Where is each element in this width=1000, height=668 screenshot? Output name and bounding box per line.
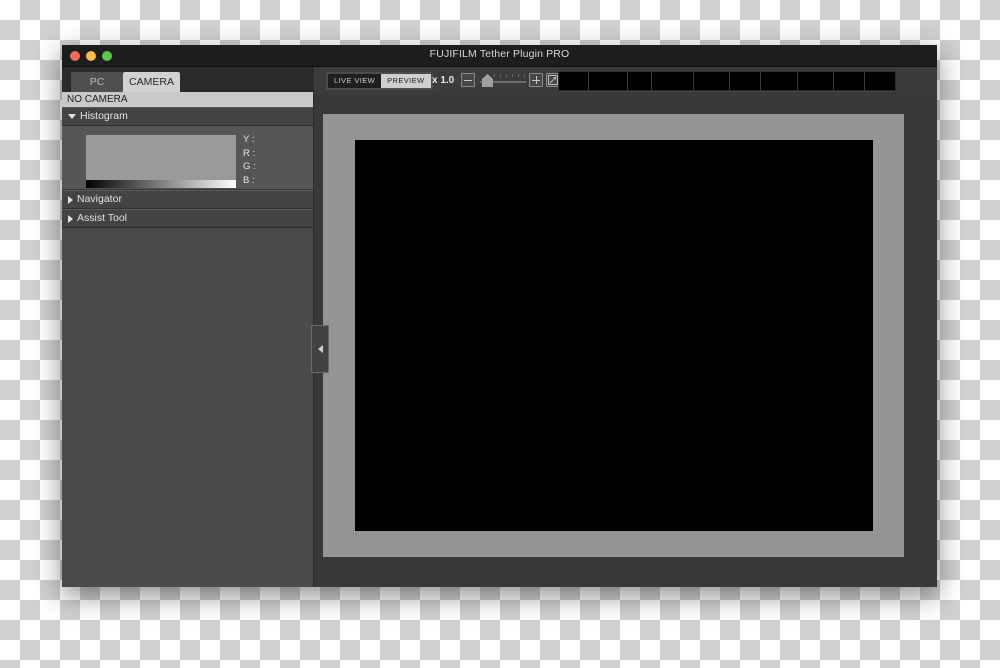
camera-info-segment: [559, 72, 589, 90]
camera-info-segment: [694, 72, 730, 90]
camera-status-bar: NO CAMERA: [62, 92, 313, 107]
sidebar-collapse-handle[interactable]: [311, 325, 329, 373]
chevron-right-icon: [68, 214, 73, 223]
histogram-plot: [86, 135, 236, 180]
minus-icon: [464, 79, 472, 81]
slider-tick: [512, 74, 513, 77]
window-title: FUJIFILM Tether Plugin PRO: [429, 48, 570, 60]
main-content-area: LIVE VIEW PREVIEW x 1.0: [314, 67, 937, 587]
zoom-slider-handle[interactable]: [482, 74, 493, 87]
application-window: FUJIFILM Tether Plugin PRO PC CAMERA NO …: [62, 45, 937, 587]
title-bar: FUJIFILM Tether Plugin PRO: [62, 45, 937, 67]
camera-info-segment: [865, 72, 895, 90]
panel-label-navigator: Navigator: [77, 193, 122, 205]
toolbar: LIVE VIEW PREVIEW x 1.0: [314, 67, 937, 95]
sidebar-tab-strip: PC CAMERA: [62, 67, 313, 92]
camera-info-segment: [834, 72, 865, 90]
panel-label-assist-tool: Assist Tool: [77, 212, 127, 224]
histogram-panel-body: Y : R : G : B :: [62, 126, 313, 190]
tab-pc[interactable]: PC: [71, 72, 123, 92]
panel-header-assist-tool[interactable]: Assist Tool: [62, 209, 313, 228]
camera-info-segment: [761, 72, 798, 90]
view-mode-toggle: LIVE VIEW PREVIEW: [326, 72, 433, 90]
chevron-down-icon: [68, 114, 76, 119]
slider-tick: [494, 74, 495, 77]
histogram-readouts: Y : R : G : B :: [243, 133, 256, 187]
histogram-readout-y: Y :: [243, 134, 255, 145]
panel-label-histogram: Histogram: [80, 110, 128, 122]
zoom-in-button[interactable]: [529, 73, 543, 87]
preview-stage[interactable]: [323, 114, 904, 557]
slider-tick: [500, 74, 501, 77]
plus-icon-vertical: [535, 76, 537, 84]
camera-info-segment: [589, 72, 628, 90]
histogram-readout-r: R :: [243, 147, 256, 159]
live-view-button[interactable]: LIVE VIEW: [328, 74, 382, 88]
panel-header-histogram[interactable]: Histogram: [62, 107, 313, 126]
tab-camera[interactable]: CAMERA: [123, 72, 180, 92]
slider-tick: [518, 74, 519, 77]
window-body: PC CAMERA NO CAMERA Histogram Y : R : G …: [62, 67, 937, 587]
preview-button[interactable]: PREVIEW: [381, 74, 431, 88]
chevron-right-icon: [68, 195, 73, 204]
camera-info-segment: [730, 72, 761, 90]
slider-tick: [524, 74, 525, 77]
camera-info-segment: [652, 72, 694, 90]
zoom-out-button[interactable]: [461, 73, 475, 87]
slider-tick: [506, 74, 507, 77]
zoom-slider[interactable]: [480, 73, 526, 87]
camera-info-segment: [798, 72, 834, 90]
zoom-level-label: x 1.0: [432, 75, 455, 86]
camera-info-segment: [628, 72, 652, 90]
fit-to-window-icon: [548, 75, 558, 85]
histogram-readout-g: G :: [243, 161, 256, 172]
sidebar-panel: PC CAMERA NO CAMERA Histogram Y : R : G …: [62, 67, 314, 587]
histogram-gradient-bar: [86, 180, 236, 188]
chevron-left-icon: [317, 345, 323, 353]
preview-image[interactable]: [355, 140, 873, 531]
panel-header-navigator[interactable]: Navigator: [62, 190, 313, 209]
histogram-readout-b: B :: [243, 174, 255, 186]
page-root: FUJIFILM Tether Plugin PRO PC CAMERA NO …: [0, 0, 1000, 668]
camera-info-readout: [558, 71, 896, 91]
